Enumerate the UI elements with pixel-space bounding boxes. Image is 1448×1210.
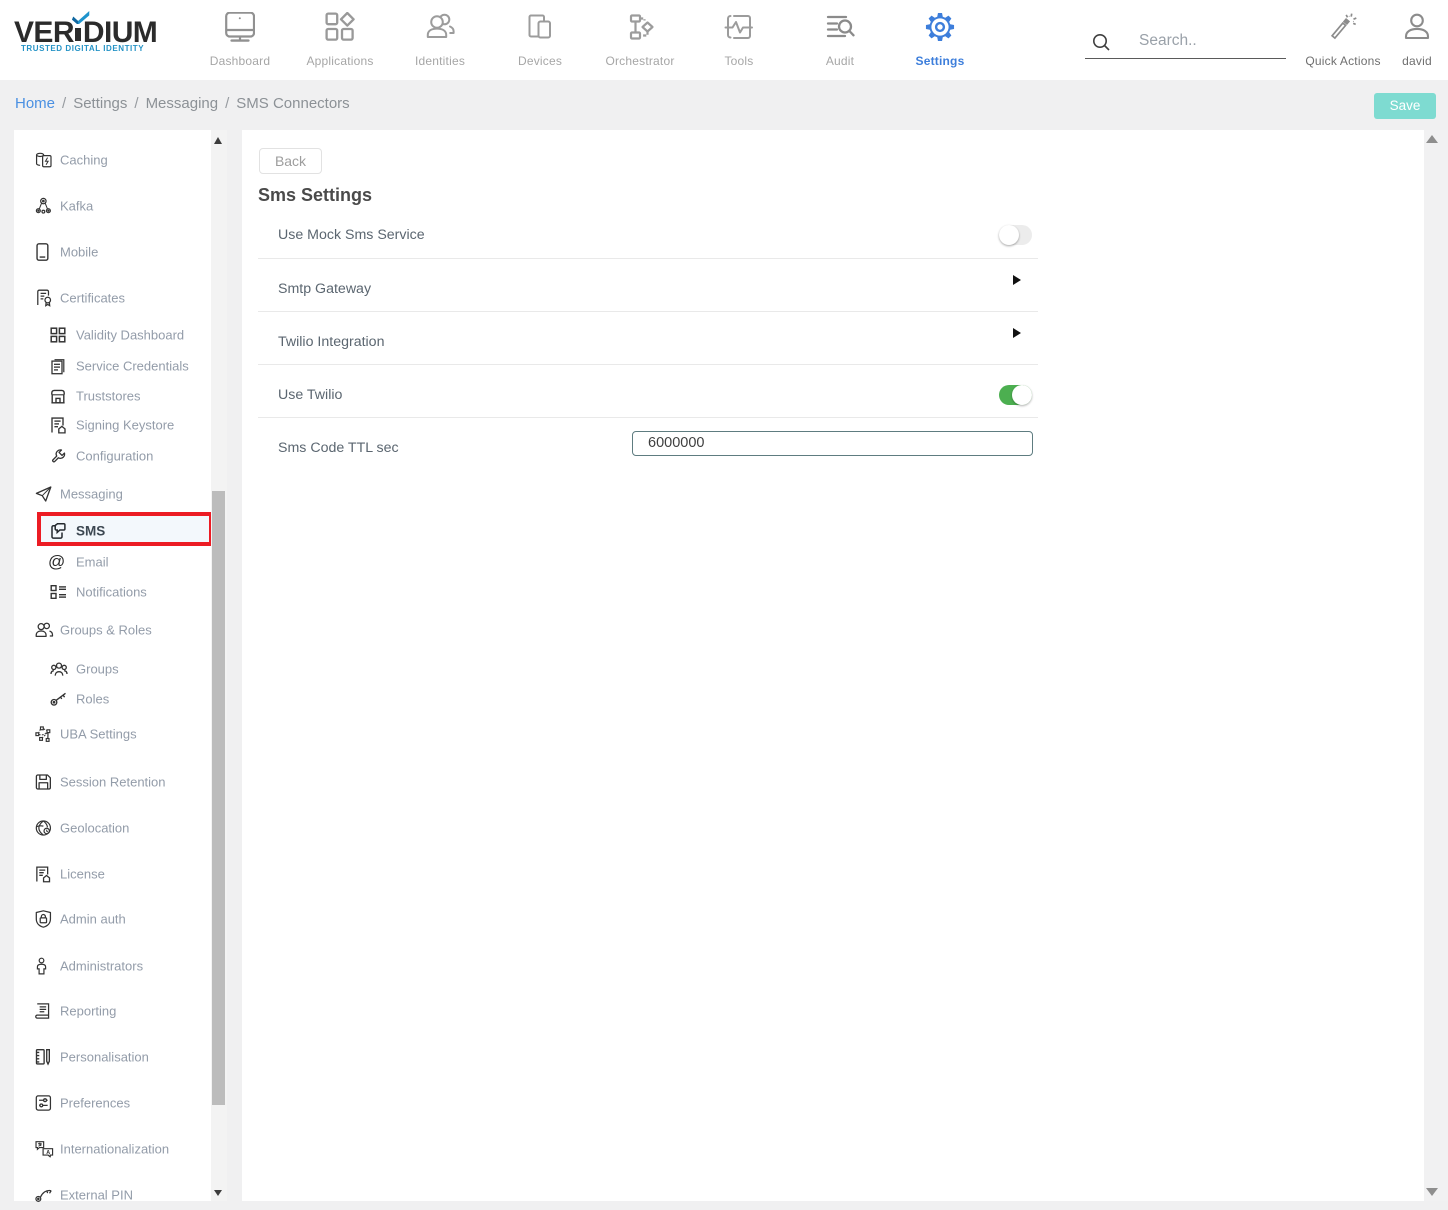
- svg-text:A: A: [46, 1150, 50, 1156]
